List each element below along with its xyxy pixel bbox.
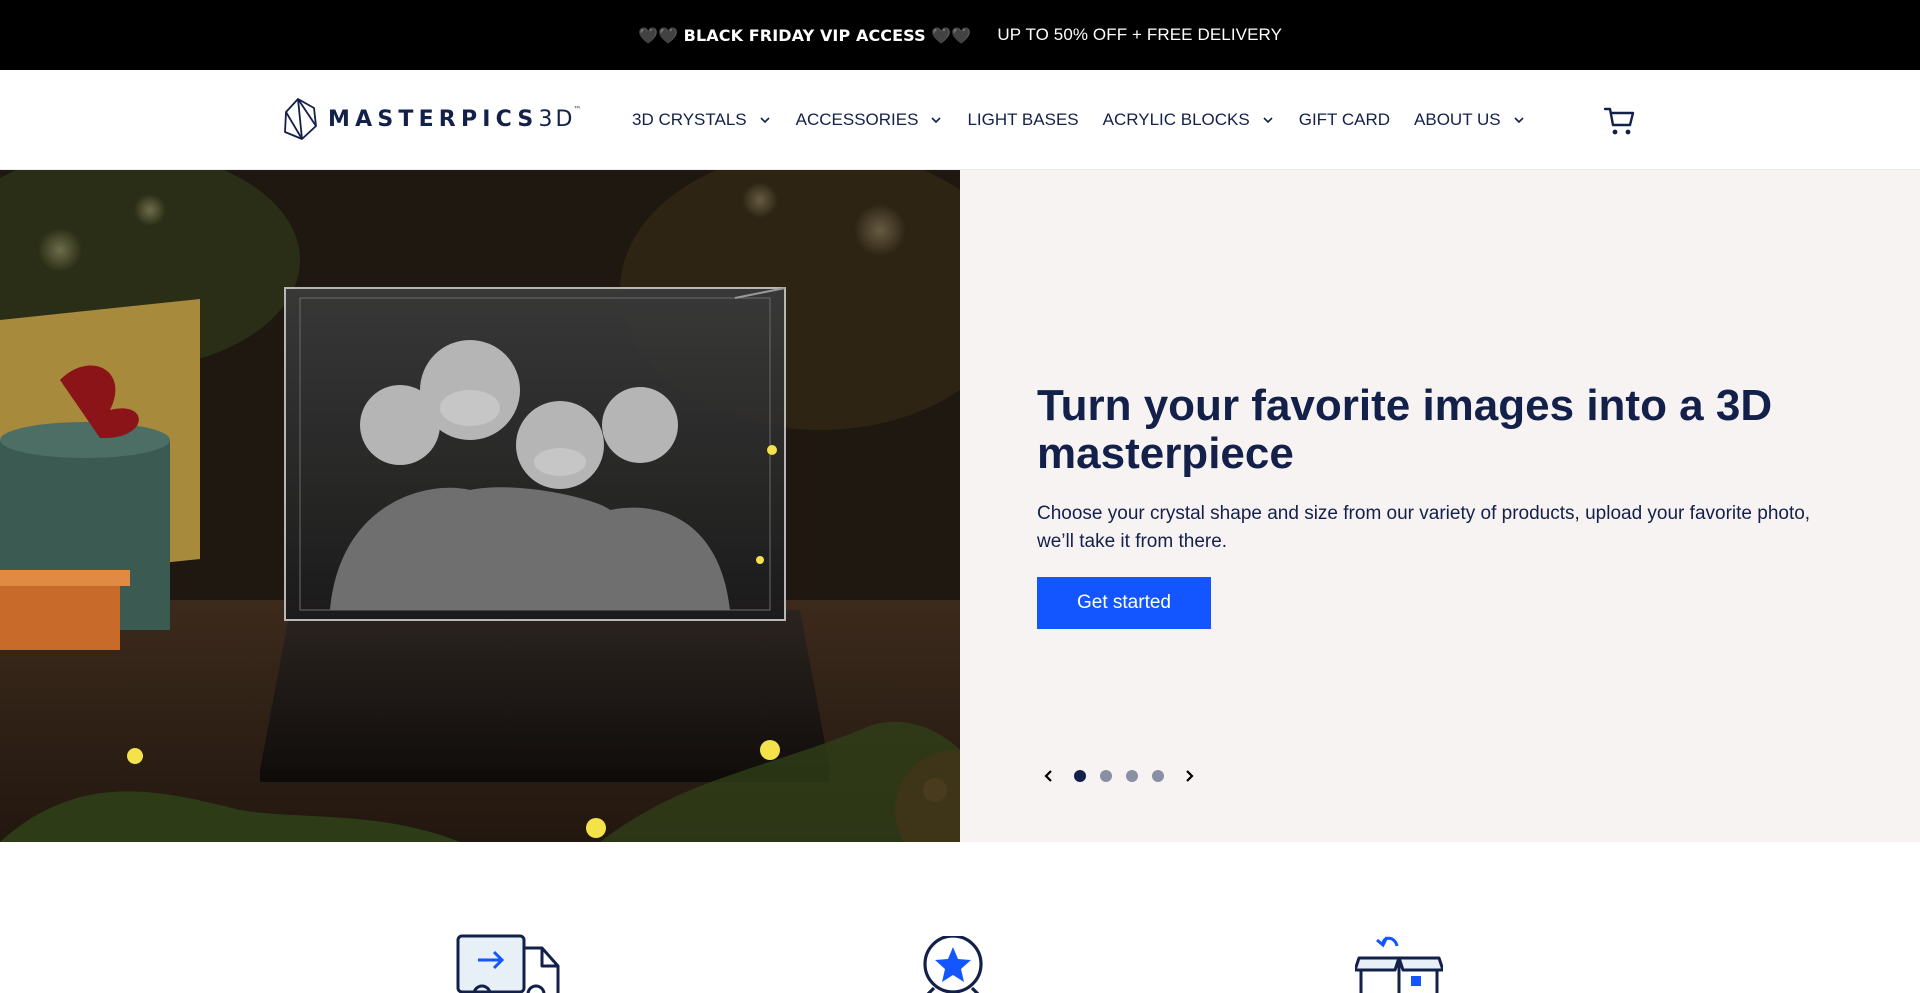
nav-label: LIGHT BASES [967,110,1079,129]
chevron-down-icon [760,117,770,124]
get-started-button[interactable]: Get started [1037,577,1211,629]
logo-suffix: 3D [538,106,576,132]
crystal-logo-icon [284,98,317,140]
nav-item-about-us[interactable]: ABOUT US [1414,110,1525,130]
logo-wordmark: MASTERPICS3D™ [328,104,582,132]
slider-dot[interactable] [1074,770,1086,782]
nav-item-acrylic-blocks[interactable]: ACRYLIC BLOCKS [1103,110,1274,130]
hero-slider-controls [1037,764,1201,788]
hero-subtitle: Choose your crystal shape and size from … [1037,503,1811,552]
nav-label: ABOUT US [1414,110,1501,129]
announcement-offer: UP TO 50% OFF + FREE DELIVERY [997,25,1283,44]
main-nav: 3D CRYSTALS ACCESSORIES LIGHT BASES ACRY… [632,70,1550,170]
chevron-down-icon [1263,117,1273,124]
nav-label: ACRYLIC BLOCKS [1102,110,1250,129]
slider-prev-button[interactable] [1037,764,1061,788]
hero-panel: Turn your favorite images into a 3D mast… [960,170,1920,842]
nav-item-light-bases[interactable]: LIGHT BASES [967,110,1078,130]
features-row [0,842,1920,993]
slider-dot[interactable] [1152,770,1164,782]
logo-brand: MASTERPICS [328,106,539,132]
cart-icon [1603,107,1635,135]
slider-dot[interactable] [1100,770,1112,782]
nav-label: ACCESSORIES [795,110,919,129]
chevron-down-icon [1514,117,1524,124]
nav-item-gift-card[interactable]: GIFT CARD [1299,110,1390,130]
delivery-truck-icon [456,934,560,993]
logo-tm: ™ [573,104,582,114]
hero-section: Turn your favorite images into a 3D mast… [0,170,1920,842]
chevron-left-icon [1044,770,1052,782]
slider-dots [1067,770,1171,782]
cart-button[interactable] [1603,104,1637,138]
logo[interactable]: MASTERPICS3D™ [282,96,581,142]
announcement-bar: 🖤🖤 BLACK FRIDAY VIP ACCESS 🖤🖤 UP TO 50% … [0,0,1920,70]
site-header: MASTERPICS3D™ 3D CRYSTALS ACCESSORIES LI… [0,70,1920,170]
slider-dot[interactable] [1126,770,1138,782]
hero-title: Turn your favorite images into a 3D mast… [1037,381,1773,478]
nav-label: GIFT CARD [1298,110,1391,129]
hero-image [0,170,960,842]
chevron-right-icon [1186,770,1194,782]
nav-item-3d-crystals[interactable]: 3D CRYSTALS [632,110,771,130]
nav-label: 3D CRYSTALS [632,110,747,129]
return-box-icon [1355,936,1443,993]
hero-photo [0,170,960,842]
quality-badge-icon [923,936,983,993]
slider-next-button[interactable] [1177,764,1201,788]
announcement-vip: 🖤🖤 BLACK FRIDAY VIP ACCESS 🖤🖤 [637,25,972,45]
nav-item-accessories[interactable]: ACCESSORIES [796,110,943,130]
chevron-down-icon [931,117,942,124]
